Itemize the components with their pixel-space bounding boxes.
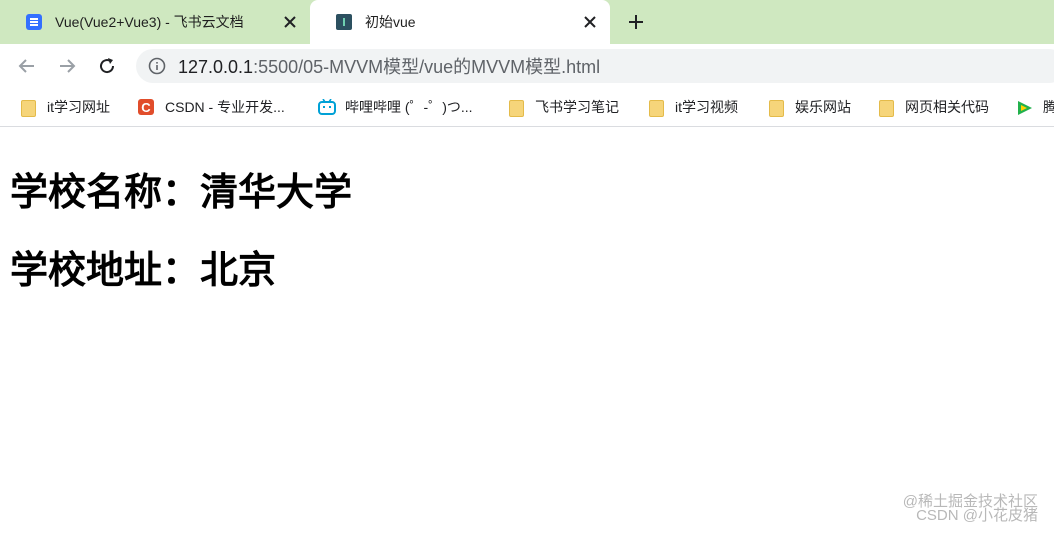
bookmark-it-study-sites[interactable]: it学习网址: [20, 88, 110, 126]
address-bar[interactable]: 127.0.0.1:5500/05-MVVM模型/vue的MVVM模型.html: [136, 49, 1054, 83]
bookmark-feishu-notes[interactable]: 飞书学习笔记: [508, 88, 619, 126]
arrow-right-icon: [60, 59, 76, 73]
folder-icon: [878, 99, 894, 117]
new-tab-button[interactable]: [624, 10, 648, 34]
bookmark-label: it学习网址: [47, 99, 110, 115]
tab-title: Vue(Vue2+Vue3) - 飞书云文档: [55, 14, 244, 30]
watermark-line-2: CSDN @小花皮猪: [916, 507, 1038, 524]
school-name-heading: 学校名称：清华大学: [10, 172, 353, 214]
folder-icon: [508, 99, 524, 117]
bookmark-label: 娱乐网站: [795, 99, 851, 115]
browser-toolbar: 127.0.0.1:5500/05-MVVM模型/vue的MVVM模型.html: [0, 44, 1054, 88]
reload-button[interactable]: [93, 52, 121, 80]
tab-strip: Vue(Vue2+Vue3) - 飞书云文档 初始vue: [0, 0, 1054, 44]
bookmark-tencent-video[interactable]: 腾: [1016, 88, 1054, 126]
bookmark-label: 腾: [1043, 99, 1054, 115]
info-icon[interactable]: [148, 57, 166, 75]
tab-feishu-doc[interactable]: Vue(Vue2+Vue3) - 飞书云文档: [0, 0, 310, 44]
school-address-heading: 学校地址：北京: [10, 250, 277, 292]
bookmark-label: 哔哩哔哩 (゜-゜)つ...: [345, 99, 473, 115]
url-path: :5500/05-MVVM模型/vue的MVVM模型.html: [253, 57, 601, 77]
bookmark-it-study-videos[interactable]: it学习视频: [648, 88, 738, 126]
csdn-icon: C: [138, 99, 154, 115]
folder-icon: [20, 99, 36, 117]
feishu-doc-icon: [26, 14, 42, 30]
bookmark-entertainment[interactable]: 娱乐网站: [768, 88, 851, 126]
bookmark-label: it学习视频: [675, 99, 738, 115]
bookmark-bilibili[interactable]: 哔哩哔哩 (゜-゜)つ...: [318, 88, 473, 126]
reload-icon: [100, 58, 115, 74]
bookmark-label: 飞书学习笔记: [535, 99, 619, 115]
back-button[interactable]: [13, 52, 41, 80]
tab-title: 初始vue: [365, 14, 416, 30]
forward-button[interactable]: [53, 52, 81, 80]
watermark: @稀土掘金技术社区 CSDN @小花皮猪: [903, 494, 1038, 524]
tab-active[interactable]: 初始vue: [310, 0, 610, 44]
plus-icon: [629, 15, 643, 29]
bookmark-label: 网页相关代码: [905, 99, 989, 115]
url-text: 127.0.0.1:5500/05-MVVM模型/vue的MVVM模型.html: [178, 53, 600, 79]
close-icon[interactable]: [580, 12, 600, 32]
folder-icon: [768, 99, 784, 117]
close-icon[interactable]: [280, 12, 300, 32]
vscode-live-server-icon: [336, 14, 352, 30]
arrow-left-icon: [18, 59, 34, 73]
bookmark-csdn[interactable]: C CSDN - 专业开发...: [138, 88, 285, 126]
folder-icon: [648, 99, 664, 117]
page-content: 学校名称：清华大学 学校地址：北京: [0, 129, 1054, 533]
bookmarks-bar: it学习网址 C CSDN - 专业开发... 哔哩哔哩 (゜-゜)つ... 飞…: [0, 88, 1054, 127]
tencent-video-icon: [1016, 99, 1032, 115]
bilibili-icon: [318, 98, 336, 115]
bookmark-web-code[interactable]: 网页相关代码: [878, 88, 989, 126]
bookmark-label: CSDN - 专业开发...: [165, 99, 285, 115]
url-host: 127.0.0.1: [178, 57, 254, 77]
